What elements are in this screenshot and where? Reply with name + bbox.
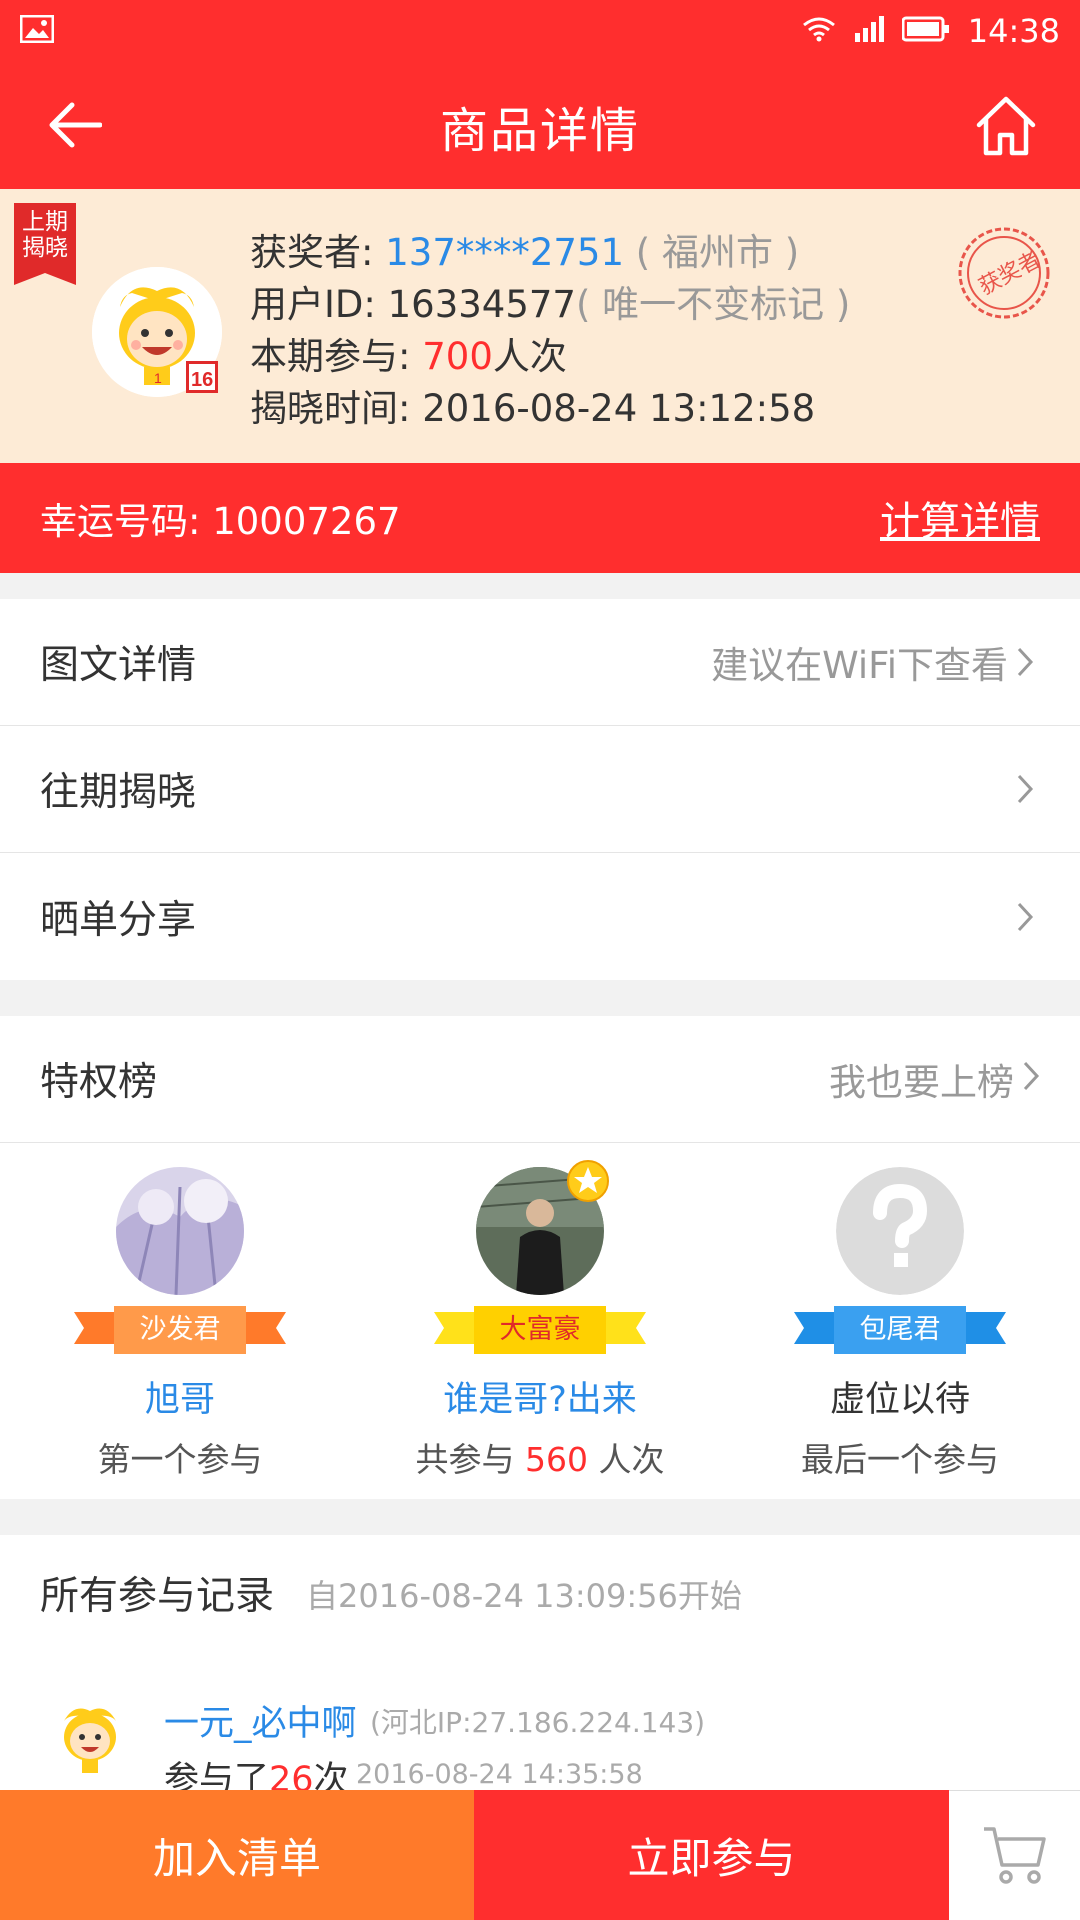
join-now-button[interactable]: 立即参与 bbox=[474, 1790, 949, 1920]
menu-item-graphic-details[interactable]: 图文详情 建议在WiFi下查看 bbox=[0, 599, 1080, 726]
back-button[interactable] bbox=[40, 90, 110, 160]
lucky-number: 幸运号码: 10007267 bbox=[40, 500, 401, 543]
ribbon-tail: 包尾君 bbox=[794, 1306, 1006, 1354]
battery-icon bbox=[901, 12, 950, 50]
winner-info: 获奖者: 137****2751 ( 福州市 ) 用户ID: 16334577(… bbox=[250, 227, 850, 435]
add-to-list-button[interactable]: 加入清单 bbox=[0, 1790, 474, 1920]
ribbon-tycoon: 大富豪 bbox=[434, 1306, 646, 1354]
status-bar: 14:38 bbox=[0, 0, 1080, 62]
lucky-number-bar: 幸运号码: 10007267 计算详情 bbox=[0, 463, 1080, 573]
mascot-avatar-icon bbox=[64, 1708, 116, 1773]
participation-line: 本期参与: 700人次 bbox=[250, 335, 567, 378]
rank-name[interactable]: 谁是哥?出来 bbox=[360, 1371, 720, 1422]
winner-stamp: 获奖者 bbox=[954, 223, 1054, 323]
rank-desc: 第一个参与 bbox=[97, 1440, 263, 1479]
rank-desc: 共参与 560 人次 bbox=[415, 1440, 665, 1479]
join-ranking-link[interactable]: 我也要上榜 bbox=[829, 1052, 1014, 1106]
svg-text:1: 1 bbox=[154, 370, 162, 386]
status-time: 14:38 bbox=[967, 12, 1060, 50]
winner-stamp-icon: 获奖者 bbox=[958, 227, 1050, 319]
winner-avatar[interactable]: 1 16 bbox=[92, 267, 222, 397]
chevron-right-icon bbox=[1016, 642, 1040, 682]
level-badge-icon: 16 bbox=[186, 361, 218, 393]
question-mark-icon bbox=[836, 1167, 964, 1295]
rank-name: 虚位以待 bbox=[829, 1380, 970, 1420]
wifi-icon bbox=[802, 12, 836, 50]
records-since: 自2016-08-24 13:09:56开始 bbox=[306, 1577, 742, 1615]
app-header: 商品详情 bbox=[0, 62, 1080, 189]
rank-name[interactable]: 旭哥 bbox=[0, 1371, 360, 1422]
image-icon bbox=[19, 14, 55, 47]
signal-icon bbox=[854, 12, 884, 50]
records-title: 所有参与记录 bbox=[40, 1574, 275, 1619]
chevron-right-icon bbox=[1016, 769, 1040, 809]
reveal-time-line: 揭晓时间: 2016-08-24 13:12:58 bbox=[250, 387, 816, 430]
cart-icon bbox=[983, 1826, 1046, 1884]
cart-button[interactable] bbox=[949, 1790, 1080, 1920]
privilege-title: 特权榜 bbox=[40, 1060, 158, 1105]
privilege-header[interactable]: 特权榜 我也要上榜 bbox=[0, 1016, 1080, 1143]
star-medal-icon bbox=[567, 1160, 609, 1202]
page-title: 商品详情 bbox=[439, 102, 640, 159]
rank-avatar[interactable] bbox=[836, 1167, 964, 1295]
back-arrow-icon bbox=[49, 102, 102, 148]
rank-sofa[interactable]: 沙发君 旭哥 第一个参与 bbox=[0, 1143, 360, 1499]
calc-details-link[interactable]: 计算详情 bbox=[880, 489, 1040, 547]
home-icon bbox=[976, 96, 1036, 156]
ribbon-sofa: 沙发君 bbox=[74, 1306, 286, 1354]
rank-avatar[interactable] bbox=[116, 1167, 244, 1295]
home-button[interactable] bbox=[968, 88, 1044, 164]
chevron-right-icon bbox=[1016, 897, 1040, 937]
record-username[interactable]: 一元_必中啊 bbox=[164, 1695, 357, 1746]
rank-desc: 最后一个参与 bbox=[801, 1440, 999, 1479]
last-period-tag: 上期 揭晓 bbox=[14, 203, 76, 285]
privilege-ranks: 沙发君 旭哥 第一个参与 大富豪 谁是哥?出来 共参与 560 人次 包尾君 虚… bbox=[0, 1143, 1080, 1499]
record-time: 2016-08-24 14:35:58 bbox=[356, 1759, 643, 1790]
menu-item-share-orders[interactable]: 晒单分享 bbox=[0, 853, 1080, 980]
record-ip: (河北IP:27.186.224.143) bbox=[370, 1706, 706, 1739]
rank-tycoon[interactable]: 大富豪 谁是哥?出来 共参与 560 人次 bbox=[360, 1143, 720, 1499]
rank-tail[interactable]: 包尾君 虚位以待 最后一个参与 bbox=[720, 1143, 1080, 1499]
bottom-action-bar: 加入清单 立即参与 bbox=[0, 1790, 1080, 1920]
section-gap bbox=[0, 573, 1080, 599]
chevron-right-icon bbox=[1022, 1057, 1040, 1102]
user-id-line: 用户ID: 16334577( 唯一不变标记 ) bbox=[250, 283, 851, 326]
snowy-tree-avatar-icon bbox=[116, 1167, 244, 1295]
winner-phone[interactable]: 137****2751 bbox=[385, 231, 624, 274]
winner-line: 获奖者: 137****2751 ( 福州市 ) bbox=[250, 231, 800, 274]
record-avatar[interactable] bbox=[50, 1697, 130, 1777]
menu-item-past-reveals[interactable]: 往期揭晓 bbox=[0, 726, 1080, 853]
winner-panel: 上期 揭晓 1 16 获奖者: 137****2751 ( 福州市 ) 用户ID… bbox=[0, 189, 1080, 463]
svg-text:16: 16 bbox=[191, 369, 213, 391]
wifi-hint: 建议在WiFi下查看 bbox=[711, 644, 1008, 687]
record-item[interactable]: 一元_必中啊 (河北IP:27.186.224.143) 参与了26次 2016… bbox=[40, 1695, 1040, 1800]
